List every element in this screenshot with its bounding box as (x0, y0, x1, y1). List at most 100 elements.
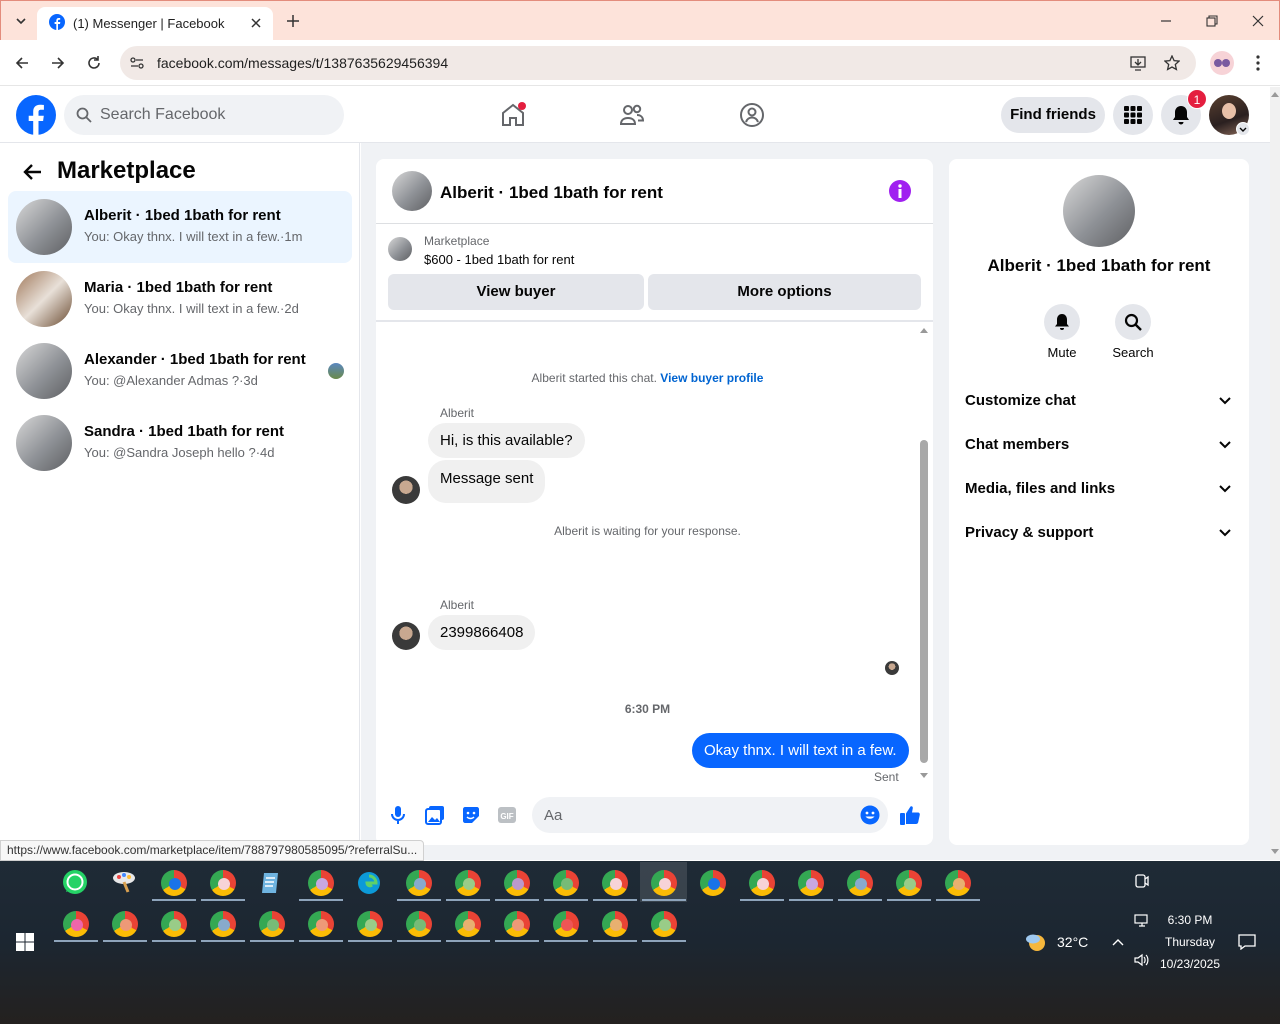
facebook-search-input[interactable]: Search Facebook (64, 95, 344, 135)
reload-icon[interactable] (84, 53, 104, 73)
privacy-support-section[interactable]: Privacy & support (965, 524, 1235, 541)
chrome-profile-icon[interactable] (357, 911, 383, 937)
chrome-profile-icon[interactable] (602, 870, 628, 896)
chat-thumbnail[interactable] (392, 171, 432, 211)
chrome-profile-icon[interactable] (945, 870, 971, 896)
minimize-icon[interactable] (1156, 11, 1176, 31)
chrome-profile-icon[interactable] (553, 870, 579, 896)
sender-avatar[interactable] (392, 476, 420, 504)
chrome-profile-icon[interactable] (259, 911, 285, 937)
page-scrollbar[interactable] (1270, 87, 1280, 860)
microphone-icon[interactable] (388, 804, 408, 826)
sender-avatar[interactable] (392, 622, 420, 650)
browser-tab[interactable]: (1) Messenger | Facebook (37, 7, 273, 41)
chrome-profile-icon[interactable] (210, 870, 236, 896)
address-bar[interactable]: facebook.com/messages/t/1387635629456394 (120, 46, 1196, 80)
back-arrow-icon[interactable] (20, 160, 44, 184)
scroll-down-icon[interactable] (1270, 847, 1280, 857)
view-buyer-button[interactable]: View buyer (388, 274, 644, 310)
chrome-profile-icon[interactable] (161, 911, 187, 937)
chrome-profile-icon[interactable] (749, 870, 775, 896)
chrome-profile-icon[interactable] (308, 870, 334, 896)
groups-icon[interactable] (736, 99, 768, 131)
action-center-icon[interactable] (1236, 932, 1258, 952)
chrome-profile-icon[interactable] (455, 870, 481, 896)
account-avatar[interactable] (1209, 95, 1250, 136)
chrome-profile-icon[interactable] (504, 911, 530, 937)
find-friends-button[interactable]: Find friends (1001, 97, 1105, 133)
conversation-item[interactable]: Alexander · 1bed 1bath for rent You: @Al… (8, 335, 352, 407)
photo-icon[interactable] (424, 804, 446, 826)
like-thumb-icon[interactable] (898, 803, 922, 827)
message-input[interactable]: Aa (532, 797, 888, 833)
message-bubble[interactable]: Message sent (428, 460, 546, 503)
windows-start-icon[interactable] (14, 931, 36, 953)
chrome-icon[interactable] (700, 870, 726, 896)
chrome-profile-icon[interactable] (406, 870, 432, 896)
paint-app-icon[interactable] (110, 868, 138, 896)
info-icon[interactable] (889, 180, 911, 202)
conversation-item[interactable]: Alberit · 1bed 1bath for rent You: Okay … (8, 191, 352, 263)
browser-menu-icon[interactable] (1248, 53, 1268, 73)
mute-button[interactable] (1044, 304, 1080, 340)
menu-button[interactable] (1113, 95, 1153, 135)
weather-temp[interactable]: 32°C (1057, 934, 1088, 950)
clock-date[interactable]: 10/23/2025 (1150, 957, 1230, 971)
site-settings-icon[interactable] (128, 54, 146, 72)
chrome-profile-icon[interactable] (651, 870, 677, 896)
chat-title[interactable]: Alberit · 1bed 1bath for rent (440, 183, 663, 203)
weather-icon[interactable] (1024, 931, 1048, 953)
forward-arrow-icon[interactable] (48, 53, 68, 73)
back-arrow-icon[interactable] (12, 53, 32, 73)
edge-icon[interactable] (356, 870, 382, 896)
chrome-profile-icon[interactable] (455, 911, 481, 937)
restore-icon[interactable] (1202, 11, 1222, 31)
chrome-profile-icon[interactable] (210, 911, 236, 937)
notepad-icon[interactable] (258, 870, 284, 896)
home-icon[interactable] (497, 99, 529, 131)
chrome-profile-icon[interactable] (112, 911, 138, 937)
search-conversation-button[interactable] (1115, 304, 1151, 340)
chrome-profile-icon[interactable] (602, 911, 628, 937)
install-app-icon[interactable] (1130, 54, 1148, 72)
close-tab-icon[interactable] (247, 14, 265, 32)
conversation-item[interactable]: Sandra · 1bed 1bath for rent You: @Sandr… (8, 407, 352, 479)
media-files-links-section[interactable]: Media, files and links (965, 480, 1235, 497)
bookmark-star-icon[interactable] (1163, 54, 1181, 72)
tab-search-icon[interactable] (11, 11, 31, 31)
tray-chevron-up-icon[interactable] (1108, 933, 1128, 951)
clock-day[interactable]: Thursday (1150, 935, 1230, 949)
more-options-button[interactable]: More options (648, 274, 921, 310)
scroll-up-icon[interactable] (919, 325, 929, 335)
view-buyer-profile-link[interactable]: View buyer profile (660, 371, 763, 385)
chat-info-thumbnail[interactable] (1063, 175, 1135, 247)
conversation-item[interactable]: Maria · 1bed 1bath for rent You: Okay th… (8, 263, 352, 335)
chrome-profile-icon[interactable] (504, 870, 530, 896)
my-message-bubble[interactable]: Okay thnx. I will text in a few. (692, 733, 909, 768)
close-window-icon[interactable] (1248, 11, 1268, 31)
customize-chat-section[interactable]: Customize chat (965, 392, 1235, 409)
message-bubble[interactable]: 2399866408 (428, 615, 536, 650)
profile-avatar-icon[interactable] (1210, 51, 1234, 75)
chrome-profile-icon[interactable] (896, 870, 922, 896)
clock-time[interactable]: 6:30 PM (1150, 913, 1230, 927)
facebook-logo-icon[interactable] (16, 95, 56, 135)
scrollbar[interactable] (919, 325, 929, 781)
network-icon[interactable] (1132, 912, 1152, 930)
chrome-profile-icon[interactable] (161, 870, 187, 896)
scrollbar-thumb[interactable] (920, 440, 928, 763)
whatsapp-icon[interactable] (61, 868, 89, 896)
gif-icon[interactable]: GIF (496, 804, 518, 826)
chat-members-section[interactable]: Chat members (965, 436, 1235, 453)
sticker-icon[interactable] (460, 804, 482, 826)
volume-icon[interactable] (1132, 951, 1152, 969)
chrome-profile-icon[interactable] (847, 870, 873, 896)
chrome-profile-icon[interactable] (651, 911, 677, 937)
scroll-up-icon[interactable] (1270, 89, 1280, 99)
notifications-button[interactable]: 1 (1161, 89, 1207, 135)
new-tab-icon[interactable] (283, 11, 303, 31)
chrome-profile-icon[interactable] (553, 911, 579, 937)
chrome-profile-icon[interactable] (798, 870, 824, 896)
chrome-profile-icon[interactable] (63, 911, 89, 937)
scroll-down-icon[interactable] (919, 771, 929, 781)
